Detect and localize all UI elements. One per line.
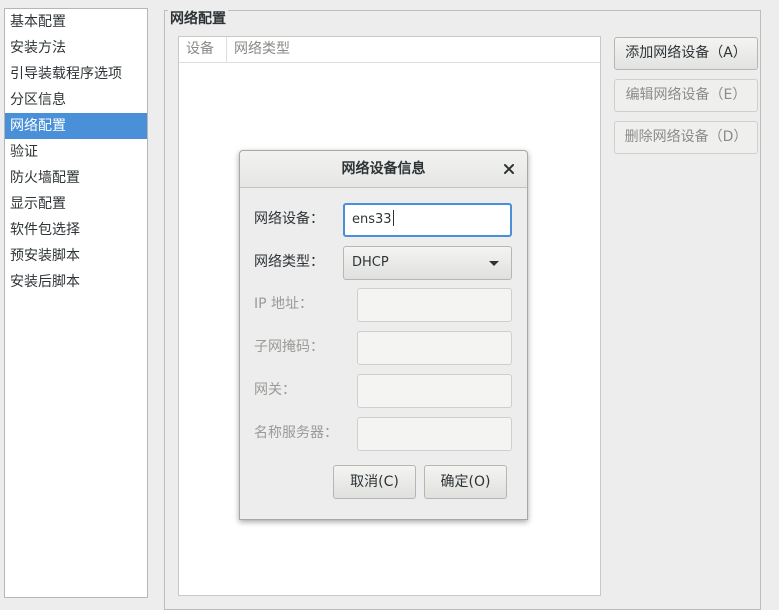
delete-network-device-button[interactable]: 删除网络设备（D） (614, 121, 758, 154)
table-header: 设备 网络类型 (179, 37, 600, 63)
sidebar-item-auth[interactable]: 验证 (5, 139, 147, 165)
network-device-dialog: 网络设备信息 网络设备： ens33 网络类型： DHCP IP 地址： 子网掩… (239, 150, 528, 520)
column-header-network-type[interactable]: 网络类型 (227, 37, 290, 62)
nameserver-input[interactable] (357, 417, 512, 451)
network-type-dropdown[interactable]: DHCP (343, 246, 512, 280)
sidebar-item-network[interactable]: 网络配置 (5, 113, 147, 139)
dialog-title: 网络设备信息 (341, 161, 426, 177)
network-type-label: 网络类型： (254, 254, 324, 270)
device-label: 网络设备： (254, 211, 324, 227)
sidebar-item-display[interactable]: 显示配置 (5, 191, 147, 217)
ok-button[interactable]: 确定(O) (424, 465, 507, 499)
edit-network-device-button[interactable]: 编辑网络设备（E） (614, 79, 758, 112)
ip-address-label: IP 地址： (254, 296, 314, 312)
ip-address-input[interactable] (357, 288, 512, 322)
add-network-device-button[interactable]: 添加网络设备（A） (614, 37, 758, 70)
sidebar-item-basic[interactable]: 基本配置 (5, 9, 147, 35)
network-type-value: DHCP (352, 255, 389, 270)
nameserver-label: 名称服务器： (254, 425, 338, 441)
cancel-button[interactable]: 取消(C) (333, 465, 416, 499)
device-name-input[interactable]: ens33 (343, 203, 512, 237)
gateway-label: 网关： (254, 382, 296, 398)
netmask-input[interactable] (357, 331, 512, 365)
gateway-input[interactable] (357, 374, 512, 408)
sidebar-item-install-method[interactable]: 安装方法 (5, 35, 147, 61)
group-title: 网络配置 (168, 10, 228, 28)
sidebar-item-packages[interactable]: 软件包选择 (5, 217, 147, 243)
device-name-value: ens33 (352, 212, 392, 227)
text-caret (392, 210, 394, 226)
netmask-label: 子网掩码： (254, 339, 324, 355)
dropdown-arrow-icon (489, 261, 499, 266)
close-icon[interactable] (502, 162, 516, 176)
sidebar-item-post-script[interactable]: 安装后脚本 (5, 269, 147, 295)
sidebar-item-partition[interactable]: 分区信息 (5, 87, 147, 113)
sidebar-item-bootloader[interactable]: 引导装载程序选项 (5, 61, 147, 87)
dialog-titlebar[interactable]: 网络设备信息 (240, 151, 527, 188)
sidebar-item-pre-script[interactable]: 预安装脚本 (5, 243, 147, 269)
sidebar-item-firewall[interactable]: 防火墙配置 (5, 165, 147, 191)
column-header-device[interactable]: 设备 (179, 37, 227, 62)
category-list: 基本配置 安装方法 引导装载程序选项 分区信息 网络配置 验证 防火墙配置 显示… (4, 8, 148, 598)
